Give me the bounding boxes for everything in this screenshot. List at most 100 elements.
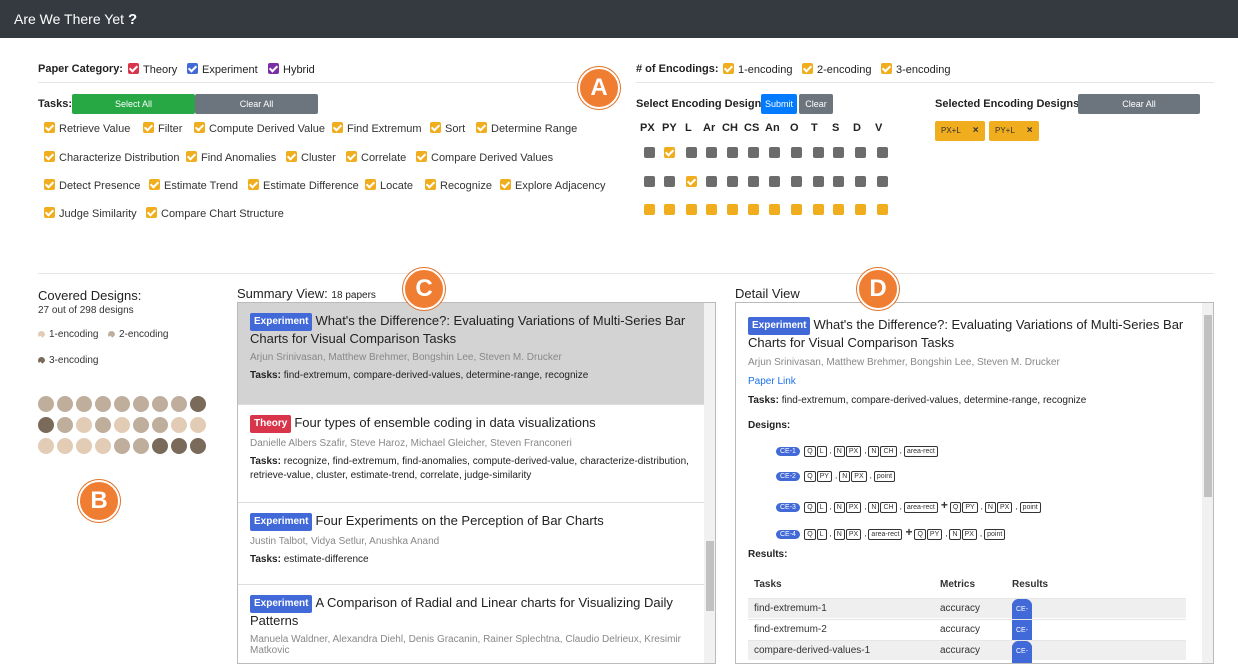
covered-design-dot[interactable]: [152, 417, 168, 433]
design-cell-r1-o[interactable]: [791, 147, 802, 158]
design-cell-r3-px[interactable]: [644, 204, 655, 215]
covered-design-dot[interactable]: [190, 417, 206, 433]
category-theory-checkbox[interactable]: Theory: [128, 63, 177, 76]
task-checkbox-recognize[interactable]: Recognize: [425, 179, 492, 192]
design-cell-r3-an[interactable]: [769, 204, 780, 215]
task-checkbox-locate[interactable]: Locate: [365, 179, 413, 192]
design-cell-r3-ch[interactable]: [727, 204, 738, 215]
design-cell-r3-t[interactable]: [813, 204, 824, 215]
covered-design-dot[interactable]: [171, 417, 187, 433]
task-checkbox-compare-derived-values[interactable]: Compare Derived Values: [416, 151, 553, 164]
covered-design-dot[interactable]: [152, 438, 168, 454]
paper-card[interactable]: Experiment A Comparison of Radial and Lin…: [238, 585, 704, 663]
encoding-3-checkbox[interactable]: 3-encoding: [881, 63, 950, 76]
covered-design-dot[interactable]: [114, 438, 130, 454]
covered-design-dot[interactable]: [76, 438, 92, 454]
selected-chip-py-l[interactable]: PY+L ×: [989, 121, 1039, 141]
covered-design-dot[interactable]: [133, 396, 149, 412]
design-cell-r1-l[interactable]: [686, 147, 697, 158]
covered-design-dot[interactable]: [57, 438, 73, 454]
covered-design-dot[interactable]: [95, 438, 111, 454]
close-icon[interactable]: ×: [973, 125, 979, 136]
covered-design-dot[interactable]: [95, 396, 111, 412]
covered-design-dot[interactable]: [38, 417, 54, 433]
task-checkbox-correlate[interactable]: Correlate: [346, 151, 406, 164]
covered-design-dot[interactable]: [133, 438, 149, 454]
scrollbar-thumb[interactable]: [1204, 315, 1212, 497]
covered-design-dot[interactable]: [114, 417, 130, 433]
design-cell-r2-v[interactable]: [877, 176, 888, 187]
design-cell-r1-t[interactable]: [813, 147, 824, 158]
design-cell-r3-l[interactable]: [686, 204, 697, 215]
task-checkbox-estimate-difference[interactable]: Estimate Difference: [248, 179, 359, 192]
covered-design-dot[interactable]: [171, 396, 187, 412]
design-id-badge[interactable]: CE-4: [776, 530, 800, 539]
design-cell-r2-ch[interactable]: [727, 176, 738, 187]
scrollbar-thumb[interactable]: [706, 541, 714, 611]
encoding-2-checkbox[interactable]: 2-encoding: [802, 63, 871, 76]
paper-link[interactable]: Paper Link: [748, 376, 796, 387]
covered-design-dot[interactable]: [57, 417, 73, 433]
design-cell-r2-d[interactable]: [855, 176, 866, 187]
design-cell-r1-ar[interactable]: [706, 147, 717, 158]
close-icon[interactable]: ×: [1027, 125, 1033, 136]
task-checkbox-retrieve-value[interactable]: Retrieve Value: [44, 122, 130, 135]
design-cell-r2-t[interactable]: [813, 176, 824, 187]
clear-all-button[interactable]: Clear All: [195, 94, 318, 114]
design-cell-r3-v[interactable]: [877, 204, 888, 215]
design-cell-r3-s[interactable]: [833, 204, 844, 215]
design-cell-r3-o[interactable]: [791, 204, 802, 215]
paper-card[interactable]: Experiment What's the Difference?: Evalua…: [238, 303, 704, 405]
task-checkbox-estimate-trend[interactable]: Estimate Trend: [149, 179, 238, 192]
design-cell-r1-v[interactable]: [877, 147, 888, 158]
design-cell-r1-ch[interactable]: [727, 147, 738, 158]
task-checkbox-characterize-distribution[interactable]: Characterize Distribution: [44, 151, 179, 164]
task-checkbox-filter[interactable]: Filter: [143, 122, 182, 135]
covered-design-dot[interactable]: [190, 396, 206, 412]
covered-design-dot[interactable]: [76, 396, 92, 412]
design-cell-r3-ar[interactable]: [706, 204, 717, 215]
covered-design-dot[interactable]: [38, 396, 54, 412]
design-cell-r2-cs[interactable]: [748, 176, 759, 187]
covered-design-dot[interactable]: [171, 438, 187, 454]
design-cell-r2-s[interactable]: [833, 176, 844, 187]
selected-clear-all-button[interactable]: Clear All: [1078, 94, 1200, 114]
covered-design-dot[interactable]: [190, 438, 206, 454]
summary-scrollbar[interactable]: [704, 303, 715, 663]
design-cell-r2-l[interactable]: [686, 176, 697, 187]
paper-card[interactable]: Theory Four types of ensemble coding in d…: [238, 405, 704, 503]
paper-card[interactable]: Experiment Four Experiments on the Percep…: [238, 503, 704, 585]
detail-scrollbar[interactable]: [1202, 303, 1213, 663]
covered-design-dot[interactable]: [114, 396, 130, 412]
encoding-1-checkbox[interactable]: 1-encoding: [723, 63, 792, 76]
design-cell-r1-px[interactable]: [644, 147, 655, 158]
task-checkbox-sort[interactable]: Sort: [430, 122, 465, 135]
task-checkbox-explore-adjacency[interactable]: Explore Adjacency: [500, 179, 606, 192]
selected-chip-px-l[interactable]: PX+L ×: [935, 121, 985, 141]
task-checkbox-compute-derived-value[interactable]: Compute Derived Value: [194, 122, 325, 135]
covered-design-dot[interactable]: [38, 438, 54, 454]
design-cell-r2-py[interactable]: [664, 176, 675, 187]
covered-design-dot[interactable]: [95, 417, 111, 433]
design-id-badge[interactable]: CE-3: [776, 503, 800, 512]
design-id-badge[interactable]: CE-2: [776, 472, 800, 481]
submit-button[interactable]: Submit: [761, 94, 797, 114]
design-cell-r3-cs[interactable]: [748, 204, 759, 215]
design-cell-r2-ar[interactable]: [706, 176, 717, 187]
design-cell-r1-cs[interactable]: [748, 147, 759, 158]
task-checkbox-judge-similarity[interactable]: Judge Similarity: [44, 207, 137, 220]
covered-design-dot[interactable]: [76, 417, 92, 433]
design-cell-r1-py[interactable]: [664, 147, 675, 158]
select-all-button[interactable]: Select All: [72, 94, 195, 114]
task-checkbox-determine-range[interactable]: Determine Range: [476, 122, 577, 135]
design-cell-r1-an[interactable]: [769, 147, 780, 158]
help-icon[interactable]: ?: [128, 11, 137, 28]
design-cell-r1-s[interactable]: [833, 147, 844, 158]
task-checkbox-detect-presence[interactable]: Detect Presence: [44, 179, 140, 192]
task-checkbox-compare-chart-structure[interactable]: Compare Chart Structure: [146, 207, 284, 220]
clear-button[interactable]: Clear: [799, 94, 833, 114]
covered-design-dot[interactable]: [57, 396, 73, 412]
category-hybrid-checkbox[interactable]: Hybrid: [268, 63, 315, 76]
design-cell-r2-px[interactable]: [644, 176, 655, 187]
task-checkbox-find-extremum[interactable]: Find Extremum: [332, 122, 422, 135]
